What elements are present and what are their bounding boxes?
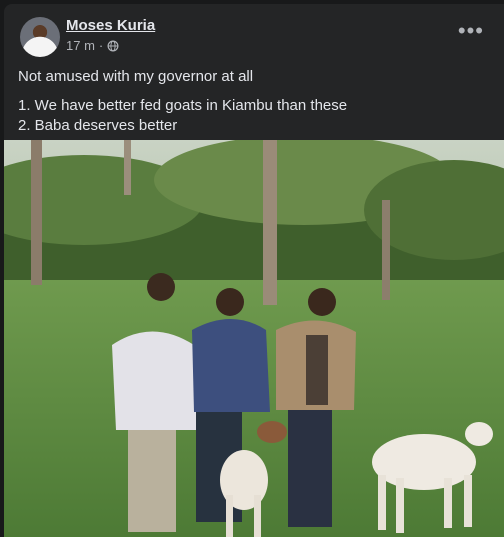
author-avatar[interactable] — [20, 17, 60, 57]
post-text-line: 1. We have better fed goats in Kiambu th… — [18, 97, 348, 114]
meta-separator: · — [98, 38, 104, 53]
more-options-icon[interactable]: ••• — [458, 20, 484, 42]
post-photo[interactable] — [4, 140, 504, 537]
post-text-line: Not amused with my governor at all — [18, 68, 254, 85]
globe-icon[interactable] — [107, 40, 119, 52]
post-time-link[interactable]: 17 m — [66, 38, 95, 53]
post-meta: 17 m · — [66, 38, 119, 53]
post-text-line: 2. Baba deserves better — [18, 117, 178, 134]
post-card: Moses Kuria 17 m · ••• Not amused with m… — [4, 4, 504, 537]
photo-illustration — [4, 140, 504, 537]
post-text: Not amused with my governor at all 1. We… — [18, 67, 488, 136]
author-name-link[interactable]: Moses Kuria — [66, 17, 155, 34]
